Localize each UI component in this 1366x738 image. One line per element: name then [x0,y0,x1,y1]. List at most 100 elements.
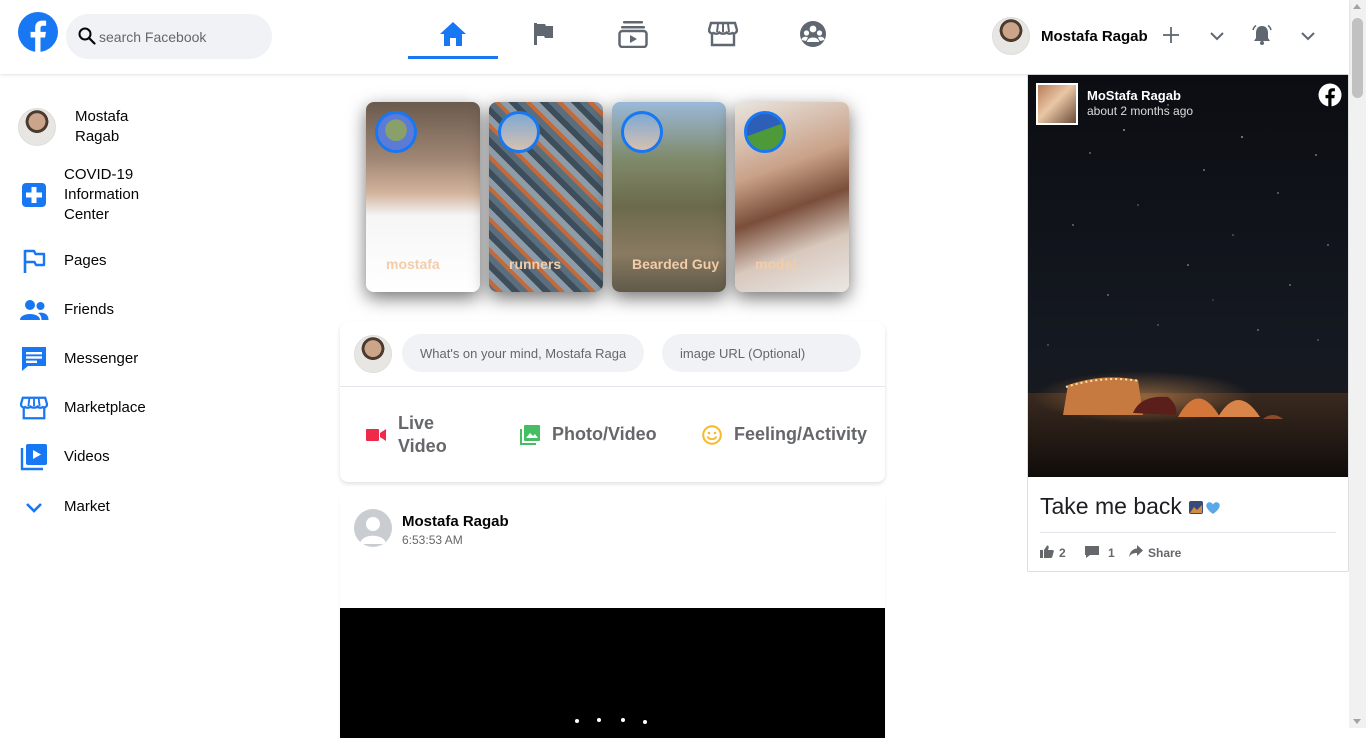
create-button[interactable] [1156,22,1186,52]
search-icon [78,27,96,50]
share-arrow-icon [1129,545,1143,560]
page-scrollbar[interactable] [1349,0,1366,728]
card-caption: Take me back [1040,493,1182,519]
sidebar-item-friends[interactable]: Friends [18,294,114,326]
story-name: runners [509,256,562,272]
sidebar-item-profile[interactable]: Mostafa Ragab [18,107,155,147]
comment-icon [1085,545,1099,561]
home-icon [439,21,467,52]
messenger-icon [18,343,50,375]
covid-plus-icon [18,179,50,211]
tab-home[interactable] [408,14,498,59]
tab-pages[interactable] [498,14,588,58]
embedded-post-card: MoStafa Ragab about 2 months ago Take me… [1027,74,1349,572]
media-dot [621,718,625,722]
avatar [18,108,56,146]
like-count: 2 [1059,546,1066,560]
story-avatar [498,111,540,153]
post-author[interactable]: Mostafa Ragab [402,513,509,530]
sidebar-item-label: Friends [64,301,115,318]
caption-emoji-icons [1188,499,1222,515]
card-author[interactable]: MoStafa Ragab [1087,88,1181,103]
story-avatar [621,111,663,153]
avatar [992,17,1030,55]
story-card[interactable]: runners [489,102,603,292]
media-dot [597,718,601,722]
sidebar-item-label: COVID-19 Information Center [64,166,140,223]
avatar [354,335,392,373]
photo-video-button[interactable]: Photo/Video [520,424,657,445]
sidebar-item-covid[interactable]: COVID-19 Information Center [18,165,164,225]
default-avatar-icon[interactable] [354,509,392,547]
live-video-icon [366,428,386,442]
post-composer: Live Video Photo/Video Feeling/Activity [340,322,885,482]
friends-icon [18,294,50,326]
comment-button[interactable]: 1 [1085,545,1115,561]
scroll-up-arrow[interactable] [1353,4,1361,9]
share-button[interactable]: Share [1129,545,1181,560]
facebook-icon[interactable] [1318,83,1342,112]
post-image[interactable]: MoStafa Ragab about 2 months ago [1028,75,1348,477]
tab-watch[interactable] [588,14,678,58]
chevron-down-icon [18,491,50,523]
sidebar-item-pages[interactable]: Pages [18,245,107,277]
watch-icon [618,20,648,53]
story-card[interactable]: Bearded Guy [612,102,726,292]
media-dot [575,719,579,723]
videos-icon [18,441,50,473]
stories-row: mostafa runners Bearded Guy model [355,94,860,304]
search-bar[interactable] [66,14,272,59]
story-card[interactable]: model [735,102,849,292]
live-video-button[interactable]: Live Video [366,412,458,458]
whats-on-your-mind-input[interactable] [402,334,644,372]
image-url-input[interactable] [662,334,861,372]
story-avatar [375,111,417,153]
sidebar-item-label: Videos [64,448,110,465]
groups-icon [798,19,828,54]
scrollbar-thumb[interactable] [1352,18,1363,98]
sidebar-item-videos[interactable]: Videos [18,441,110,473]
profile-chip[interactable]: Mostafa Ragab [992,17,1148,55]
tab-marketplace[interactable] [678,14,768,58]
top-header: Mostafa Ragab [0,0,1349,74]
media-dot [643,720,647,724]
profile-name: Mostafa Ragab [1041,27,1148,45]
card-timestamp: about 2 months ago [1087,104,1194,118]
sidebar-item-label: Messenger [64,350,139,367]
story-avatar [744,111,786,153]
story-name: mostafa [386,256,440,272]
sidebar-item-label: Market [64,498,110,515]
sidebar-item-market[interactable]: Market [18,491,110,523]
messenger-menu-button[interactable] [1202,22,1232,52]
photo-video-label: Photo/Video [552,424,657,444]
marketplace-icon [707,21,739,52]
card-divider [1040,532,1336,533]
account-menu-button[interactable] [1293,22,1323,52]
sidebar-item-label: Marketplace [64,399,146,416]
story-name: Bearded Guy [632,256,720,272]
pages-flag-icon [18,245,50,277]
feeling-activity-label: Feeling/Activity [734,424,868,444]
marketplace-icon [18,392,50,424]
like-button[interactable]: 2 [1040,545,1066,561]
sidebar-item-marketplace[interactable]: Marketplace [18,392,146,424]
story-card[interactable]: mostafa [366,102,480,292]
plus-icon [1162,26,1180,49]
sidebar-item-messenger[interactable]: Messenger [18,343,138,375]
sidebar-item-label: Mostafa Ragab [75,108,129,145]
search-input[interactable] [99,14,264,59]
scroll-down-arrow[interactable] [1353,719,1361,724]
notifications-button[interactable] [1247,22,1277,52]
photo-icon [520,424,540,445]
chevron-down-icon [1301,28,1315,46]
author-avatar[interactable] [1036,83,1078,125]
feeling-icon [702,424,722,445]
post-media[interactable] [340,608,885,738]
chevron-down-icon [1210,28,1224,46]
feeling-activity-button[interactable]: Feeling/Activity [702,424,867,445]
bell-icon [1251,24,1273,51]
tab-groups[interactable] [768,14,858,58]
feed-post: Mostafa Ragab 6:53:53 AM [340,496,885,738]
night-desert-image [1028,75,1348,477]
facebook-logo[interactable] [18,12,58,52]
